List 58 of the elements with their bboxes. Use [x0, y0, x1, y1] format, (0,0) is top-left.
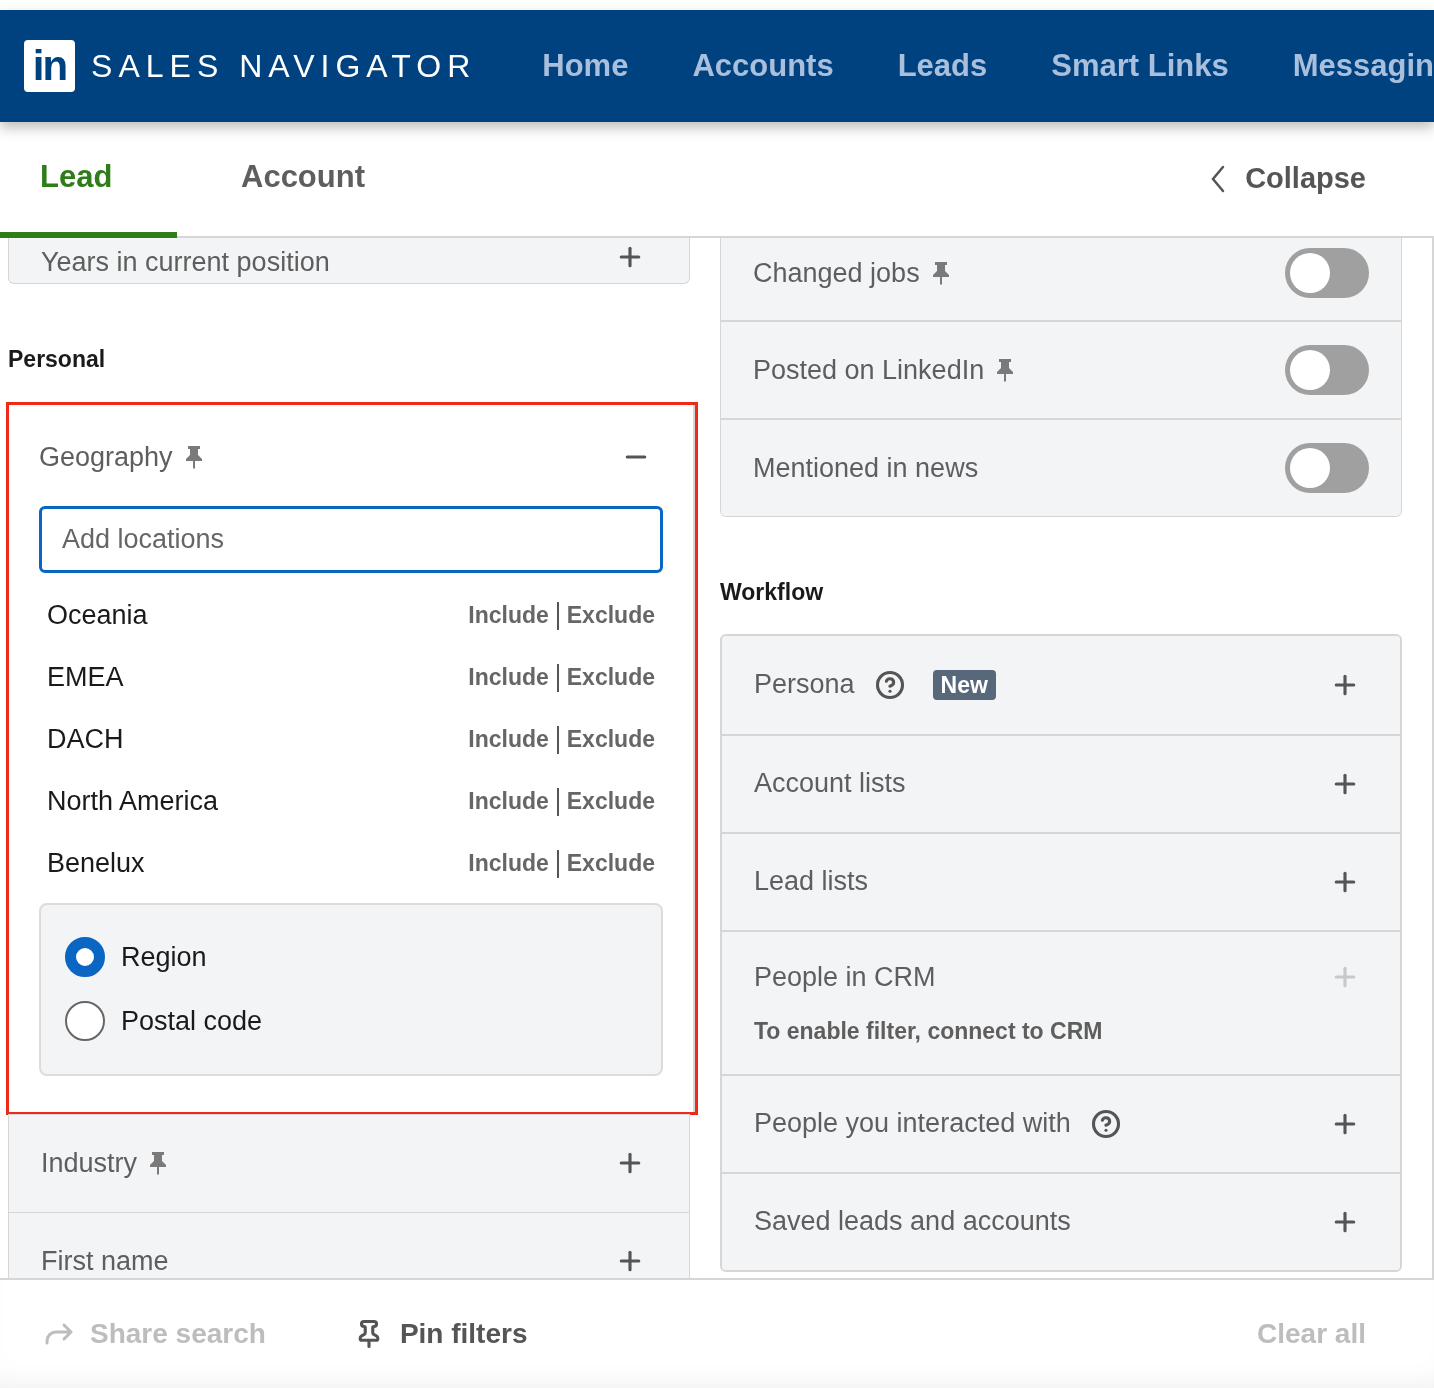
filter-label: Lead lists	[754, 865, 869, 899]
toggle-switch[interactable]	[1285, 248, 1369, 298]
radio-button[interactable]	[65, 936, 105, 977]
include-link[interactable]: Include	[468, 784, 549, 819]
filter-card[interactable]: First name	[8, 1211, 690, 1278]
toggle-switch[interactable]	[1285, 443, 1369, 493]
location-suggestion[interactable]: Benelux	[47, 843, 145, 884]
filter-label: Posted on LinkedIn	[753, 353, 985, 387]
section-heading: Personal	[8, 344, 107, 374]
filter-label: Industry	[41, 1146, 138, 1180]
chevron-left-icon	[1211, 165, 1226, 193]
location-suggestion[interactable]: DACH	[47, 719, 124, 760]
filter-label: People in CRM	[754, 961, 936, 994]
brand-name: SALES NAVIGATOR	[91, 47, 477, 86]
exclude-link[interactable]: Exclude	[566, 722, 655, 757]
radio-label: Region	[121, 940, 207, 974]
radio-button[interactable]	[65, 1001, 105, 1042]
share-arrow-icon	[44, 1322, 74, 1346]
include-link[interactable]: Include	[468, 660, 549, 695]
filter-card[interactable]: Industry	[8, 1113, 690, 1213]
nav-link[interactable]: Home	[542, 42, 629, 90]
filter-label: Saved leads and accounts	[754, 1205, 1071, 1239]
collapse-button[interactable]: Collapse	[1211, 122, 1366, 236]
exclude-link[interactable]: Exclude	[566, 784, 655, 819]
section-heading: Workflow	[720, 578, 825, 607]
help-icon[interactable]	[1090, 1108, 1121, 1139]
filter-label: Years in current position	[41, 246, 330, 279]
filter-card[interactable]: Years in current position	[8, 238, 690, 284]
include-link[interactable]: Include	[468, 722, 549, 757]
filter-label: Account lists	[754, 767, 906, 801]
location-input[interactable]: Add locations	[39, 505, 663, 573]
workflow-filter[interactable]: Saved leads and accounts	[722, 1171, 1400, 1270]
filter-label: Mentioned in news	[753, 451, 979, 485]
exclude-link[interactable]: Exclude	[566, 846, 655, 881]
filter-label: People you interacted with	[754, 1107, 1071, 1141]
exclude-link[interactable]: Exclude	[566, 598, 655, 633]
toggle-switch[interactable]	[1285, 345, 1369, 395]
filter-label: Changed jobs	[753, 256, 920, 290]
location-suggestion[interactable]: EMEA	[47, 657, 124, 698]
filter-label: First name	[41, 1244, 169, 1278]
filter-tab[interactable]: Account	[177, 122, 437, 238]
nav-link[interactable]: Smart Links	[1051, 42, 1229, 90]
location-suggestion[interactable]: Oceania	[47, 595, 148, 636]
radio-label: Postal code	[121, 1005, 263, 1038]
filter-label: Geography	[39, 441, 173, 474]
pin-filters-button[interactable]: Pin filters	[353, 1313, 528, 1355]
nav-link[interactable]: Leads	[897, 42, 988, 90]
nav-link[interactable]: Messagin	[1292, 42, 1434, 90]
nav-link[interactable]: Accounts	[692, 42, 834, 90]
filter-note: To enable filter, connect to CRM	[754, 1016, 1104, 1046]
new-badge: New	[932, 669, 996, 700]
filter-label: Persona	[754, 668, 855, 702]
help-icon[interactable]	[874, 669, 905, 700]
include-link[interactable]: Include	[468, 598, 549, 633]
location-suggestion[interactable]: North America	[47, 781, 219, 822]
exclude-link[interactable]: Exclude	[566, 660, 655, 695]
logo-badge[interactable]: in	[24, 40, 76, 92]
include-link[interactable]: Include	[468, 846, 549, 881]
